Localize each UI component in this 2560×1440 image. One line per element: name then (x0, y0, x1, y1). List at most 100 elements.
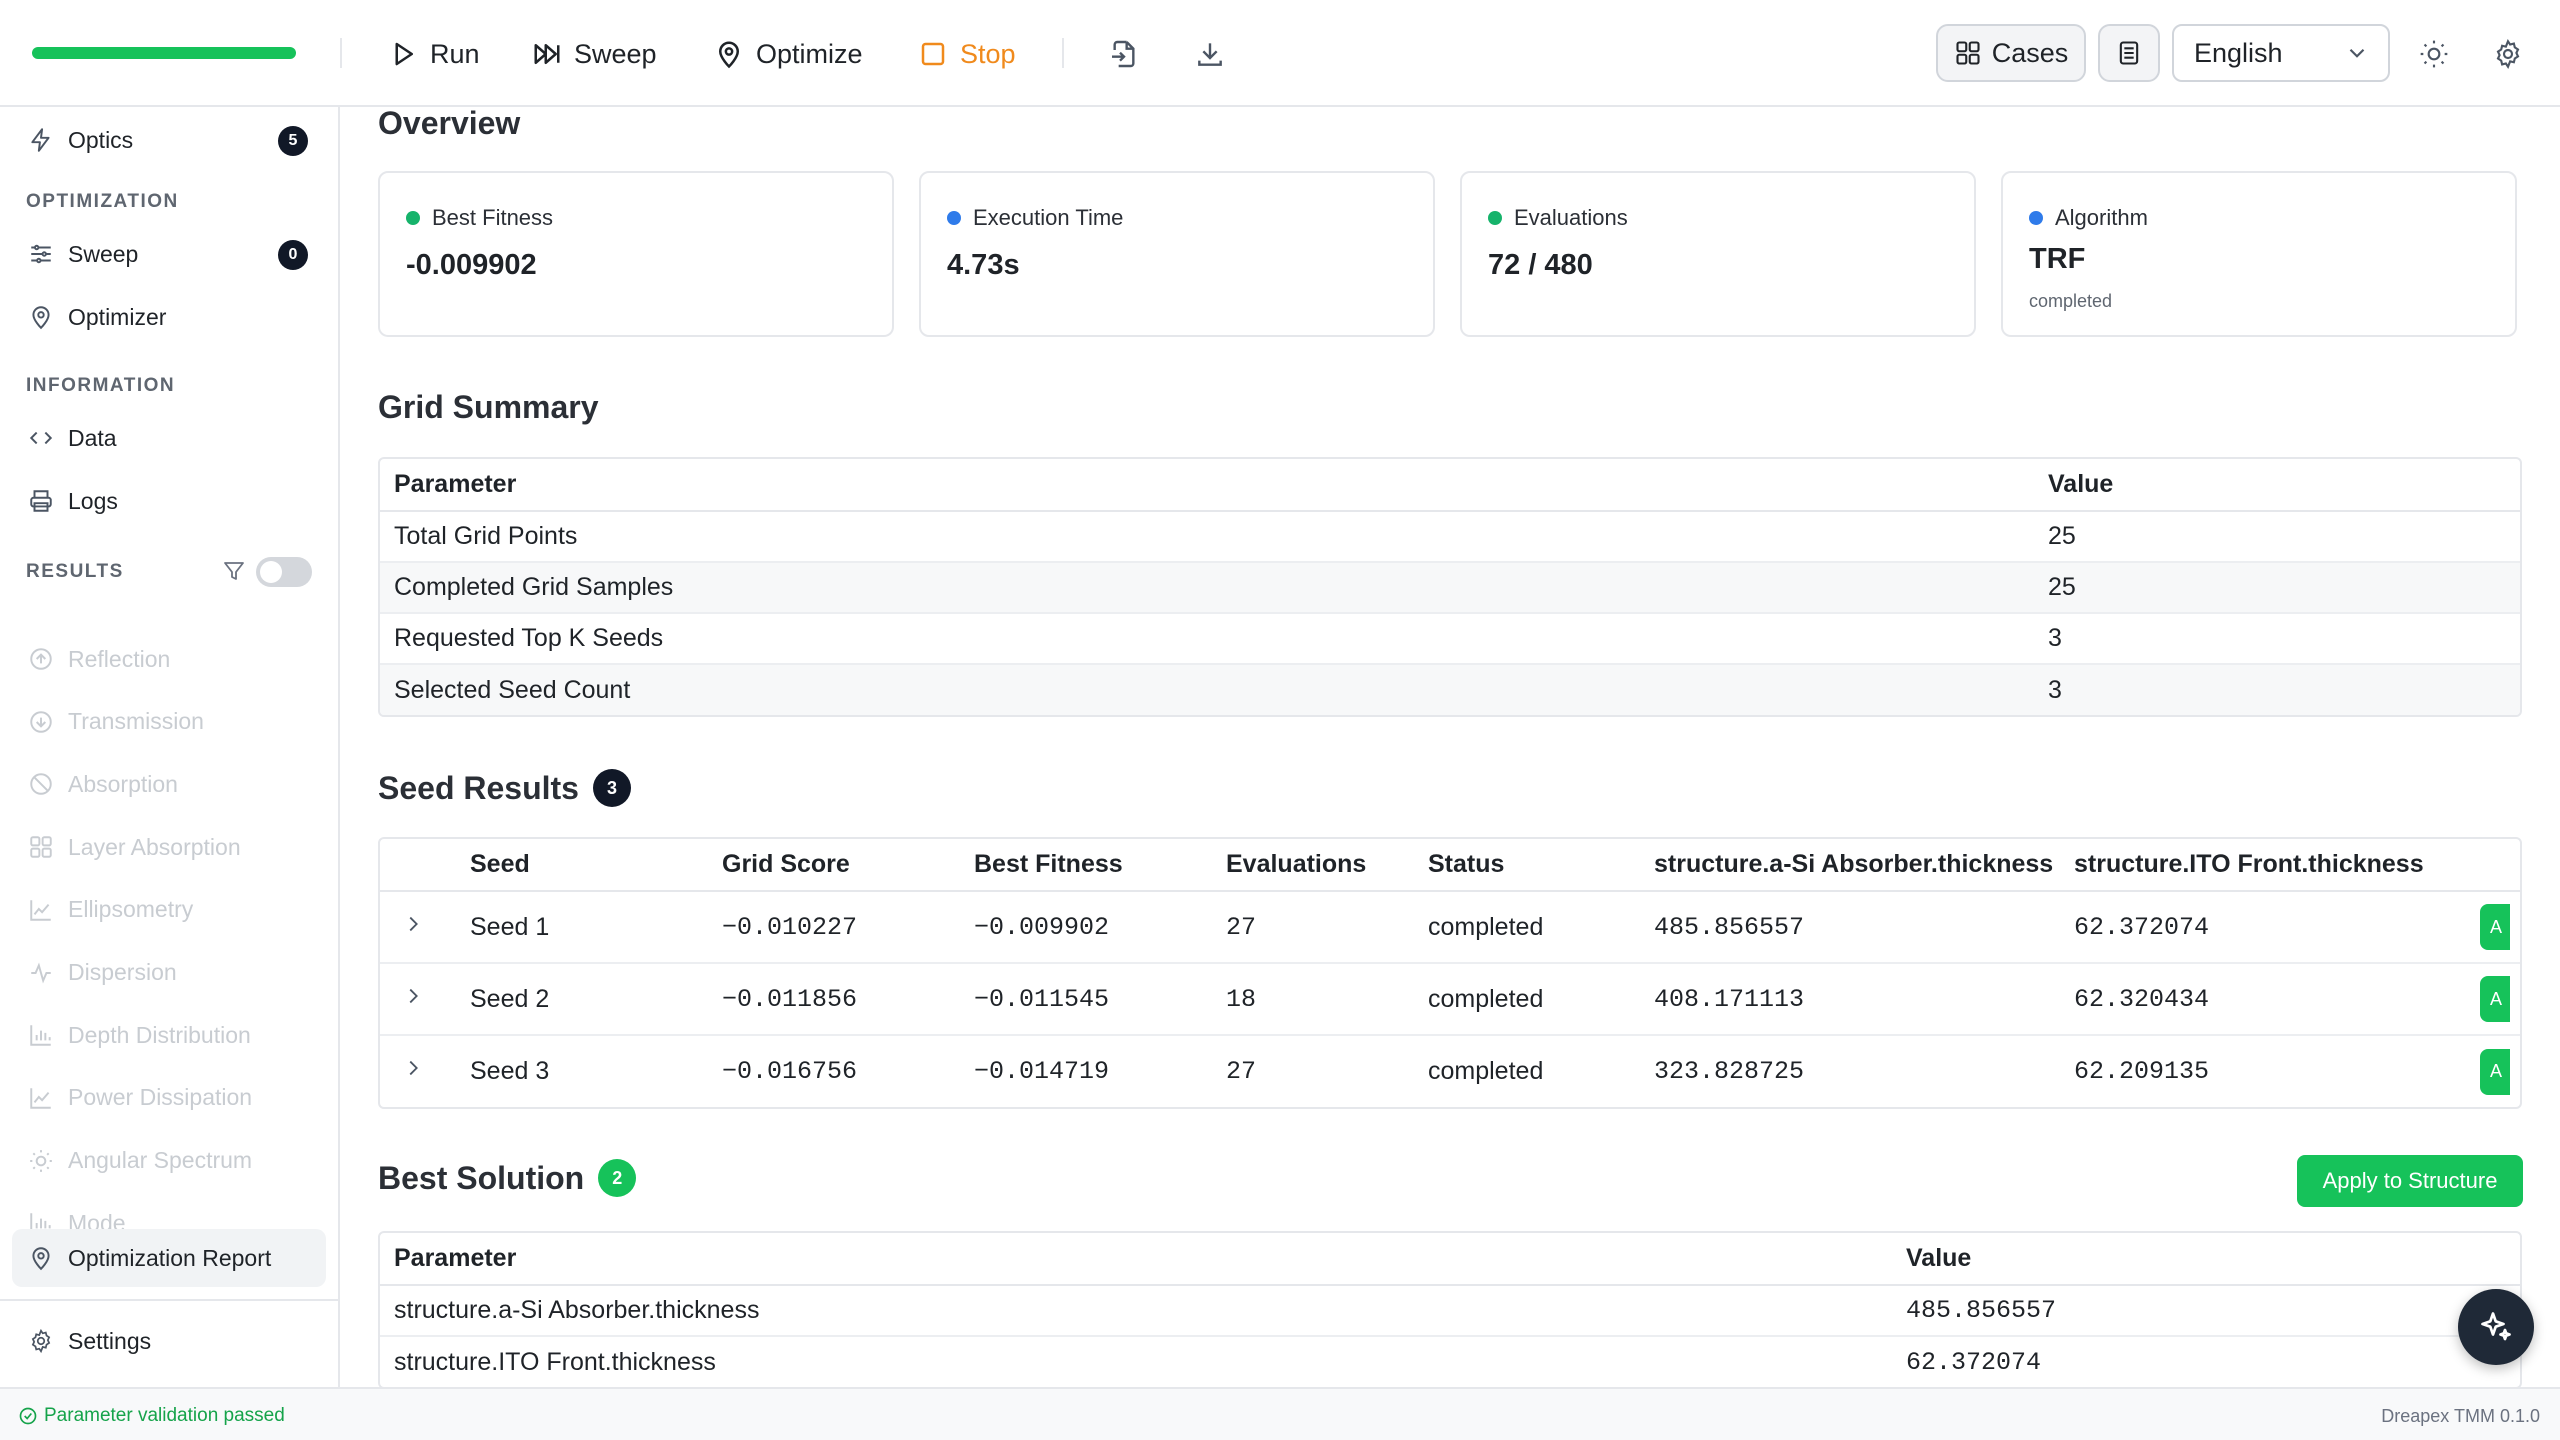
report-content: Overview Best Fitness -0.009902 Execution … (342, 107, 2560, 1387)
theme-toggle-button[interactable] (2416, 36, 2452, 72)
value-cell: 3 (2034, 613, 2520, 665)
seed-row[interactable]: Seed 1 −0.010227 −0.009902 27 completed 485.8… (380, 891, 2520, 964)
apply-seed-button[interactable]: A (2480, 976, 2510, 1022)
document-button[interactable] (2098, 24, 2160, 82)
seed-cell: 323.828725 (1654, 1057, 1805, 1086)
apply-seed-button[interactable]: A (2480, 904, 2510, 950)
arrow-down-circle-icon (30, 710, 52, 733)
sun-icon (2420, 40, 2448, 68)
seed-cell: completed (1414, 891, 1640, 964)
download-button[interactable] (1192, 36, 1228, 72)
sidebar-item-reflection[interactable]: Reflection (12, 630, 326, 688)
arrow-up-circle-icon (30, 648, 52, 670)
grid-summary-title: Grid Summary (378, 389, 599, 425)
seed-cell: −0.014719 (974, 1057, 1110, 1086)
download-icon (1198, 43, 1222, 66)
table-row: structure.ITO Front.thickness 62.372074 (380, 1336, 2520, 1387)
param-cell: Selected Seed Count (380, 664, 2034, 715)
seed-cell: 62.209135 (2074, 1057, 2210, 1086)
sidebar-item-layer-absorption[interactable]: Layer Absorption (12, 818, 326, 876)
best-solution-count-badge: 2 (598, 1159, 637, 1197)
expand-row-button[interactable] (380, 963, 456, 1036)
cases-button[interactable]: Cases (1936, 24, 2086, 82)
stat-card-evaluations: Evaluations 72 / 480 (1460, 171, 1976, 337)
column-header: Value (1892, 1233, 2520, 1286)
apply-seed-button[interactable]: A (2480, 1048, 2510, 1095)
sidebar-item-data[interactable]: Data (12, 409, 326, 467)
seed-cell: completed (1414, 963, 1640, 1036)
sidebar-item-optimizer[interactable]: Optimizer (12, 288, 326, 346)
stat-card-best-fitness: Best Fitness -0.009902 (378, 171, 894, 337)
expand-column-header (380, 839, 456, 892)
language-select[interactable]: English (2172, 24, 2390, 82)
grid-summary-table: Parameter Value Total Grid Points 25 Compl… (378, 457, 2522, 717)
stat-card-algorithm: Algorithm TRF completed (2001, 171, 2517, 337)
seed-cell: −0.011545 (960, 963, 1212, 1036)
results-section-label: RESULTS (26, 561, 124, 582)
seed-results-table: Seed Grid Score Best Fitness Evaluations Sta… (378, 837, 2522, 1109)
column-header: Evaluations (1212, 839, 1414, 892)
sparkle-icon (2481, 1312, 2511, 1341)
sidebar-item-angular-spectrum[interactable]: Angular Spectrum (12, 1132, 326, 1190)
grid-icon (1956, 41, 1980, 65)
results-filter-toggle[interactable] (256, 557, 312, 587)
toolbar-divider (340, 38, 342, 68)
check-circle-icon (19, 1407, 37, 1425)
optimize-button[interactable]: Optimize (714, 30, 863, 78)
stat-label: Execution Time (947, 205, 1123, 231)
param-cell: Requested Top K Seeds (380, 613, 2034, 665)
line-chart-icon (30, 1088, 51, 1109)
sweep-button[interactable]: Sweep (532, 30, 657, 78)
sidebar-item-optimization-report[interactable]: Optimization Report (12, 1229, 326, 1287)
sidebar-item-depth-distribution[interactable]: Depth Distribution (12, 1006, 326, 1064)
column-header: structure.a-Si Absorber.thickness (1640, 839, 2060, 892)
stop-square-icon (921, 42, 945, 66)
seed-cell: completed (1428, 1057, 1544, 1085)
sidebar-item-dispersion[interactable]: Dispersion (12, 944, 326, 1002)
sidebar-item-power-dissipation[interactable]: Power Dissipation (12, 1069, 326, 1127)
chevron-right-icon (409, 1060, 418, 1076)
ban-icon (30, 773, 52, 796)
sidebar-item-sweep[interactable]: Sweep 0 (12, 225, 326, 283)
overview-title: Overview (378, 107, 521, 141)
seed-row[interactable]: Seed 3 −0.016756 −0.014719 27 completed 323.8… (380, 1035, 2520, 1107)
stat-card-execution-time: Execution Time 4.73s (919, 171, 1435, 337)
status-dot (1488, 211, 1502, 225)
sidebar-item-transmission[interactable]: Transmission (12, 693, 326, 751)
sidebar-item-settings[interactable]: Settings (12, 1312, 326, 1370)
chevron-down-icon (2349, 48, 2365, 58)
line-chart-icon (30, 900, 51, 921)
seed-cell: Seed 1 (456, 891, 708, 964)
stat-subtext: completed (2029, 291, 2113, 311)
settings-button[interactable] (2490, 36, 2526, 72)
expand-row-button[interactable] (380, 1035, 456, 1107)
run-button[interactable]: Run (388, 30, 480, 78)
table-row: structure.a-Si Absorber.thickness 485.856… (380, 1285, 2520, 1337)
ai-assistant-button[interactable] (2458, 1289, 2534, 1365)
seed-results-title: Seed Results (378, 769, 579, 806)
seed-cell: 27 (1212, 891, 1414, 964)
value-cell: 3 (2034, 664, 2520, 715)
apply-to-structure-button[interactable]: Apply to Structure (2297, 1155, 2523, 1207)
sidebar-item-logs[interactable]: Logs (12, 472, 326, 530)
status-dot (2029, 211, 2043, 225)
map-pin-icon (32, 1247, 50, 1271)
param-cell: Total Grid Points (380, 511, 2034, 563)
sidebar-item-optics[interactable]: Optics 5 (12, 111, 326, 169)
stop-button[interactable]: Stop (918, 30, 1016, 78)
table-row: Total Grid Points 25 (380, 511, 2520, 563)
activity-icon (31, 962, 51, 983)
document-icon (2119, 41, 2139, 65)
seed-row[interactable]: Seed 2 −0.011856 −0.011545 18 completed 408.1… (380, 963, 2520, 1036)
optics-count-badge: 5 (278, 126, 308, 156)
sidebar-item-absorption[interactable]: Absorption (12, 755, 326, 813)
filter-icon[interactable] (222, 559, 246, 583)
import-button[interactable] (1106, 36, 1142, 72)
column-header: Value (2034, 459, 2520, 512)
param-cell: structure.a-Si Absorber.thickness (380, 1285, 1892, 1337)
printer-icon (30, 490, 52, 512)
expand-row-button[interactable] (380, 891, 456, 964)
code-icon (29, 431, 53, 445)
sidebar-item-ellipsometry[interactable]: Ellipsometry (12, 881, 326, 939)
gear-icon (2496, 39, 2520, 69)
